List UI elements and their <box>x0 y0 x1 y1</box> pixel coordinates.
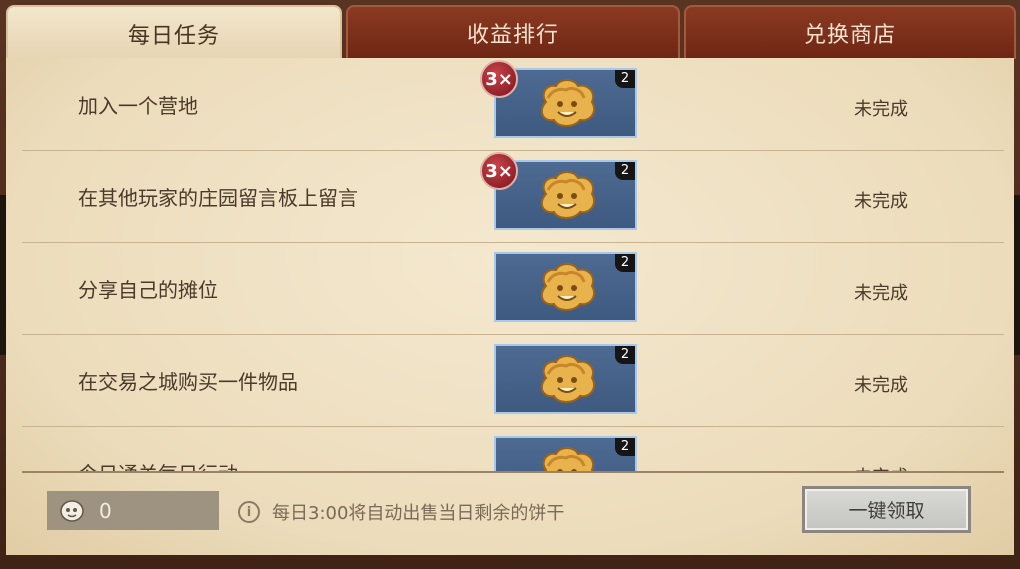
task-name: 在交易之城购买一件物品 <box>78 370 298 394</box>
task-row: 分享自己的摊位 2 未完成 <box>22 242 1004 335</box>
tab-exchange-shop[interactable]: 兑换商店 <box>684 5 1016 59</box>
cookie-icon <box>534 444 600 472</box>
task-row: 加入一个营地 2 3× 未完成 <box>22 58 1004 151</box>
task-status: 未完成 <box>854 191 908 212</box>
reward-quantity: 2 <box>615 438 635 456</box>
reward-item[interactable]: 2 <box>494 436 637 472</box>
reward-quantity: 2 <box>615 346 635 364</box>
reward-quantity: 2 <box>615 162 635 180</box>
reward-item[interactable]: 2 <box>494 252 637 322</box>
tab-daily-tasks[interactable]: 每日任务 <box>6 5 342 61</box>
task-name: 在其他玩家的庄园留言板上留言 <box>78 186 358 210</box>
cookie-icon <box>534 352 600 408</box>
reward-item[interactable]: 2 <box>494 344 637 414</box>
task-name: 加入一个营地 <box>78 94 198 118</box>
multiplier-badge: 3× <box>480 60 518 98</box>
task-name: 分享自己的摊位 <box>78 278 218 302</box>
cookie-icon <box>534 260 600 316</box>
task-status: 未完成 <box>854 283 908 304</box>
cookie-icon <box>534 76 600 132</box>
reward-quantity: 2 <box>615 254 635 272</box>
multiplier-badge: 3× <box>480 152 518 190</box>
task-row: 今日通关每日行动 2未完成 <box>22 426 1004 472</box>
task-row: 在其他玩家的庄园留言板上留言 2 3× 未完成 <box>22 150 1004 243</box>
list-divider <box>22 471 1004 473</box>
task-row: 在交易之城购买一件物品 2 未完成 <box>22 334 1004 427</box>
claim-all-button[interactable]: 一键领取 <box>802 486 971 533</box>
reward-quantity: 2 <box>615 70 635 88</box>
cookie-icon <box>534 168 600 224</box>
task-list[interactable]: 加入一个营地 2 3× 未完成 在其他玩家的庄园留言板上留言 2 3× 未完成 分享自己的摊… <box>22 58 1004 472</box>
task-status: 未完成 <box>854 375 908 396</box>
auto-sell-notice: i 每日3:00将自动出售当日剩余的饼干 <box>238 499 564 525</box>
cookie-count: 0 <box>99 498 112 523</box>
cookie-balance: 0 <box>47 491 219 530</box>
info-icon: i <box>238 501 260 523</box>
task-name: 今日通关每日行动 <box>78 458 238 472</box>
task-panel: 加入一个营地 2 3× 未完成 在其他玩家的庄园留言板上留言 2 3× 未完成 分享自己的摊… <box>6 58 1014 555</box>
task-status: 未完成 <box>854 99 908 120</box>
auto-sell-text: 每日3:00将自动出售当日剩余的饼干 <box>272 503 565 524</box>
cookie-coin-icon <box>60 499 84 522</box>
tab-earnings-ranking[interactable]: 收益排行 <box>346 5 680 59</box>
